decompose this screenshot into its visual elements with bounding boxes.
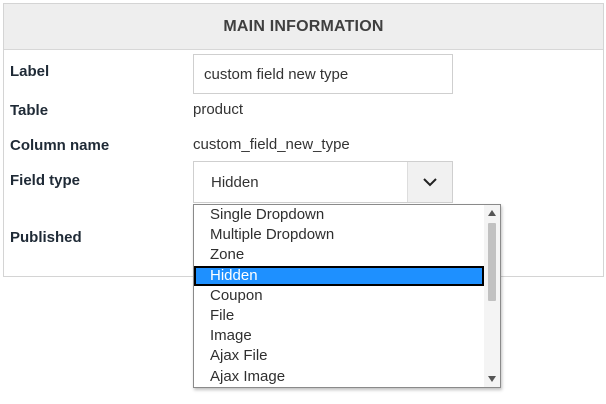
field-type-label: Field type	[10, 172, 81, 189]
column-name-value: custom_field_new_type	[193, 136, 350, 153]
dropdown-options: Single Dropdown Multiple Dropdown Zone H…	[194, 205, 484, 387]
label-field-label: Label	[10, 63, 50, 80]
table-value: product	[193, 101, 244, 118]
label-input[interactable]	[193, 54, 453, 94]
dropdown-scrollbar[interactable]	[484, 205, 500, 387]
field-type-selected-value: Hidden	[211, 173, 259, 191]
triangle-up-icon[interactable]	[484, 205, 500, 221]
column-name-label: Column name	[10, 137, 110, 154]
option-ajax-image[interactable]: Ajax Image	[194, 367, 484, 387]
field-type-select[interactable]: Hidden	[193, 161, 453, 203]
option-image[interactable]: Image	[194, 326, 484, 346]
table-field-label: Table	[10, 102, 49, 119]
field-type-dropdown-list[interactable]: Single Dropdown Multiple Dropdown Zone H…	[193, 204, 501, 388]
published-label: Published	[10, 229, 82, 246]
option-multiple-dropdown[interactable]: Multiple Dropdown	[194, 225, 484, 245]
panel-title: MAIN INFORMATION	[4, 4, 603, 50]
option-coupon[interactable]: Coupon	[194, 286, 484, 306]
option-single-dropdown[interactable]: Single Dropdown	[194, 205, 484, 225]
option-file[interactable]: File	[194, 306, 484, 326]
chevron-down-icon[interactable]	[407, 162, 452, 202]
option-zone[interactable]: Zone	[194, 245, 484, 265]
scrollbar-thumb[interactable]	[488, 223, 496, 301]
triangle-down-icon[interactable]	[484, 371, 500, 387]
option-ajax-file[interactable]: Ajax File	[194, 346, 484, 366]
option-hidden[interactable]: Hidden	[194, 265, 484, 286]
